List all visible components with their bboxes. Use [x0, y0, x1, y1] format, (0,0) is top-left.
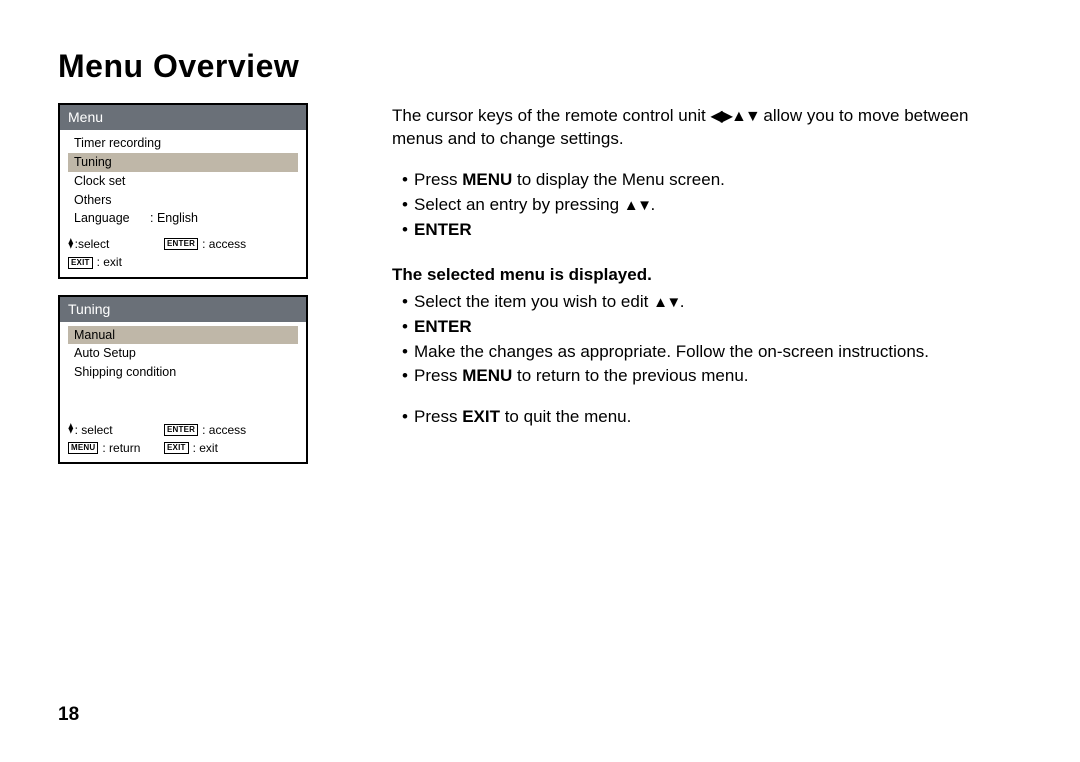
- updown-diamond-icon: ♦: [68, 418, 74, 442]
- footer-access: : access: [202, 422, 246, 438]
- enter-keycap-icon: ENTER: [164, 424, 198, 436]
- menu-screenshot-tuning: Tuning Manual Auto Setup Shipping condit…: [58, 295, 308, 464]
- intro-text-a: The cursor keys of the remote control un…: [392, 106, 710, 125]
- intro-paragraph: The cursor keys of the remote control un…: [392, 105, 1022, 151]
- text: Select the item you wish to edit: [414, 292, 653, 311]
- exit-keycap-icon: EXIT: [164, 442, 189, 454]
- menu-item-selected: Tuning: [68, 153, 298, 172]
- menu-footer: ♦ :select ENTER : access EXIT : exit: [60, 232, 306, 276]
- language-value: : English: [150, 210, 198, 227]
- enter-keycap-icon: ENTER: [164, 238, 198, 250]
- instruction-item: Press MENU to return to the previous men…: [402, 365, 1022, 388]
- exit-keycap-icon: EXIT: [68, 257, 93, 269]
- right-column: The cursor keys of the remote control un…: [328, 103, 1022, 480]
- menu-item: Shipping condition: [60, 363, 306, 382]
- bold-exit: EXIT: [462, 407, 500, 426]
- menu-item: Others: [60, 191, 306, 210]
- updown-arrow-icon: ▲▼: [624, 197, 651, 214]
- menu-footer: ♦ : select ENTER : access MENU : return: [60, 418, 306, 462]
- menu-item-selected: Manual: [68, 326, 298, 345]
- footer-select: : select: [75, 422, 113, 438]
- left-column: Menu Timer recording Tuning Clock set Ot…: [58, 103, 328, 480]
- page-number: 18: [58, 704, 79, 726]
- text: .: [680, 292, 685, 311]
- menu-item: Auto Setup: [60, 344, 306, 363]
- bold-enter: ENTER: [414, 220, 472, 239]
- instruction-item: ENTER: [402, 316, 1022, 339]
- menu-body: Timer recording Tuning Clock set Others …: [60, 130, 306, 232]
- text: to quit the menu.: [500, 407, 631, 426]
- text: Select an entry by pressing: [414, 195, 624, 214]
- instruction-list-2: Select the item you wish to edit ▲▼. ENT…: [392, 291, 1022, 430]
- footer-exit: : exit: [97, 254, 122, 270]
- footer-return: : return: [102, 440, 140, 456]
- menu-screenshot-main: Menu Timer recording Tuning Clock set Ot…: [58, 103, 308, 279]
- manual-page: Menu Overview Menu Timer recording Tunin…: [0, 0, 1080, 762]
- text: to return to the previous menu.: [512, 366, 748, 385]
- menu-header: Menu: [60, 105, 306, 130]
- instruction-list-1: Press MENU to display the Menu screen. S…: [392, 169, 1022, 242]
- instruction-item: Make the changes as appropriate. Follow …: [402, 341, 1022, 364]
- instruction-item: Press MENU to display the Menu screen.: [402, 169, 1022, 192]
- menu-keycap-icon: MENU: [68, 442, 98, 454]
- text: Press: [414, 407, 462, 426]
- menu-header: Tuning: [60, 297, 306, 322]
- language-label: Language: [74, 210, 150, 227]
- text: Make the changes as appropriate. Follow …: [414, 342, 929, 361]
- bold-menu: MENU: [462, 366, 512, 385]
- text: to display the Menu screen.: [512, 170, 725, 189]
- text: Press: [414, 366, 462, 385]
- footer-exit: : exit: [193, 440, 218, 456]
- four-arrow-icon: ◀▶▲▼: [710, 108, 758, 125]
- content-columns: Menu Timer recording Tuning Clock set Ot…: [58, 103, 1022, 480]
- footer-access: : access: [202, 236, 246, 252]
- subheading: The selected menu is displayed.: [392, 264, 1022, 287]
- menu-item: Timer recording: [60, 134, 306, 153]
- updown-diamond-icon: ♦: [68, 232, 74, 256]
- page-title: Menu Overview: [58, 48, 1022, 85]
- bold-menu: MENU: [462, 170, 512, 189]
- instruction-item: Press EXIT to quit the menu.: [402, 406, 1022, 429]
- footer-select: :select: [75, 236, 110, 252]
- text: Press: [414, 170, 462, 189]
- menu-item-language: Language : English: [60, 209, 306, 228]
- text: .: [650, 195, 655, 214]
- instruction-item: ENTER: [402, 219, 1022, 242]
- instruction-item: Select an entry by pressing ▲▼.: [402, 194, 1022, 217]
- menu-body: Manual Auto Setup Shipping condition: [60, 322, 306, 418]
- bold-enter: ENTER: [414, 317, 472, 336]
- updown-arrow-icon: ▲▼: [653, 294, 680, 311]
- instruction-item: Select the item you wish to edit ▲▼.: [402, 291, 1022, 314]
- menu-item: Clock set: [60, 172, 306, 191]
